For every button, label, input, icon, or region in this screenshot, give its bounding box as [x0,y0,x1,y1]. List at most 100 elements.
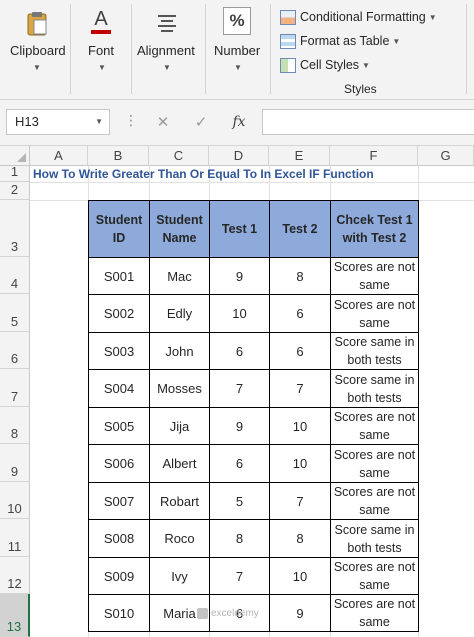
student-name-cell[interactable]: Roco [149,519,210,558]
insert-function-button[interactable]: fx [224,109,254,135]
row-header-10[interactable]: 10 [0,482,30,519]
row-header-7[interactable]: 7 [0,369,30,407]
column-header-c[interactable]: C [149,146,209,166]
test1-cell[interactable]: 9 [209,407,270,445]
formula-input[interactable] [262,109,474,135]
student-name-cell[interactable]: Mosses [149,369,210,408]
test2-cell[interactable]: 10 [269,444,331,483]
column-header-a[interactable]: A [30,146,88,166]
test2-cell[interactable]: 6 [269,294,331,333]
test1-cell[interactable]: 10 [209,294,270,333]
row-header-4[interactable]: 4 [0,257,30,294]
row-header-5[interactable]: 5 [0,294,30,332]
result-cell[interactable]: Score same in both tests [330,519,419,558]
student-name-cell[interactable]: Jija [149,407,210,445]
column-header-d[interactable]: D [209,146,269,166]
header-test-1[interactable]: Test 1 [209,200,270,258]
conditional-formatting-button[interactable]: Conditional Formatting ▼ [280,6,437,28]
header-student-name[interactable]: Student Name [149,200,210,258]
result-cell[interactable]: Scores are not same [330,444,419,483]
clipboard-icon [22,8,52,38]
chevron-down-icon[interactable]: ▼ [33,63,41,72]
cell-styles-button[interactable]: Cell Styles ▼ [280,54,370,76]
format-as-table-button[interactable]: Format as Table ▼ [280,30,400,52]
row-header-8[interactable]: 8 [0,407,30,444]
student-id-cell[interactable]: S009 [88,557,150,595]
test1-cell[interactable]: 7 [209,557,270,595]
row-header-11[interactable]: 11 [0,519,30,557]
test2-cell[interactable]: 9 [269,594,331,632]
student-id-cell[interactable]: S002 [88,294,150,333]
test1-cell[interactable]: 7 [209,369,270,408]
header-check[interactable]: Chcek Test 1 with Test 2 [330,200,419,258]
student-id-cell[interactable]: S006 [88,444,150,483]
student-name-cell[interactable]: John [149,332,210,370]
table-row: S001 Mac 9 8 Scores are not same [88,257,419,295]
student-name-cell[interactable]: Ivy [149,557,210,595]
exceldemy-logo-icon [197,608,208,619]
test2-cell[interactable]: 10 [269,557,331,595]
test1-cell[interactable]: 6 [209,332,270,370]
row-header-12[interactable]: 12 [0,557,30,594]
alignment-label: Alignment [137,43,195,58]
column-header-g[interactable]: G [418,146,474,166]
test2-cell[interactable]: 7 [269,369,331,408]
column-header-f[interactable]: F [330,146,418,166]
result-cell[interactable]: Scores are not same [330,257,419,295]
result-cell[interactable]: Scores are not same [330,407,419,445]
chevron-down-icon[interactable]: ▼ [98,63,106,72]
result-cell[interactable]: Scores are not same [330,482,419,520]
clipboard-group[interactable]: Clipboard ▼ [0,0,70,100]
result-cell[interactable]: Scores are not same [330,557,419,595]
result-cell[interactable]: Scores are not same [330,294,419,333]
column-header-b[interactable]: B [88,146,149,166]
enter-icon[interactable]: ✓ [186,109,216,135]
row-header-3[interactable]: 3 [0,200,30,257]
result-cell[interactable]: Scores are not same [330,594,419,632]
chevron-down-icon[interactable]: ▼ [95,117,103,126]
select-all-button[interactable] [0,146,30,166]
column-header-e[interactable]: E [269,146,330,166]
row-header-1[interactable]: 1 [0,164,30,182]
student-id-cell[interactable]: S010 [88,594,150,632]
row-header-9[interactable]: 9 [0,444,30,482]
conditional-formatting-icon [280,9,296,25]
student-id-cell[interactable]: S005 [88,407,150,445]
student-name-cell[interactable]: Robart [149,482,210,520]
name-box[interactable]: H13 ▼ [6,109,110,135]
student-id-cell[interactable]: S008 [88,519,150,558]
student-id-cell[interactable]: S007 [88,482,150,520]
more-options-icon[interactable]: ⋮ [124,112,138,129]
test1-cell[interactable]: 8 [209,519,270,558]
row-header-13[interactable]: 13 [0,594,30,637]
test2-cell[interactable]: 7 [269,482,331,520]
test2-cell[interactable]: 6 [269,332,331,370]
cancel-icon[interactable]: ✕ [148,109,178,135]
test2-cell[interactable]: 10 [269,407,331,445]
student-scores-table: Student ID Student Name Test 1 Test 2 Chce… [88,200,419,632]
alignment-group[interactable]: Alignment ▼ [132,0,202,100]
test2-cell[interactable]: 8 [269,257,331,295]
student-id-cell[interactable]: S003 [88,332,150,370]
row-header-6[interactable]: 6 [0,332,30,369]
font-group[interactable]: A Font ▼ [71,0,131,100]
student-id-cell[interactable]: S001 [88,257,150,295]
student-name-cell[interactable]: Mac [149,257,210,295]
table-row: S007 Robart 5 7 Scores are not same [88,482,419,520]
test1-cell[interactable]: 6 [209,444,270,483]
student-name-cell[interactable]: Edly [149,294,210,333]
test1-cell[interactable]: 5 [209,482,270,520]
row-header-2[interactable]: 2 [0,182,30,200]
chevron-down-icon[interactable]: ▼ [234,63,242,72]
student-id-cell[interactable]: S004 [88,369,150,408]
header-test-2[interactable]: Test 2 [269,200,331,258]
sheet-title[interactable]: How To Write Greater Than Or Equal To In… [33,166,374,182]
result-cell[interactable]: Score same in both tests [330,332,419,370]
chevron-down-icon[interactable]: ▼ [163,63,171,72]
test2-cell[interactable]: 8 [269,519,331,558]
student-name-cell[interactable]: Albert [149,444,210,483]
test1-cell[interactable]: 9 [209,257,270,295]
result-cell[interactable]: Score same in both tests [330,369,419,408]
header-student-id[interactable]: Student ID [88,200,150,258]
number-group[interactable]: % Number ▼ [206,0,268,100]
